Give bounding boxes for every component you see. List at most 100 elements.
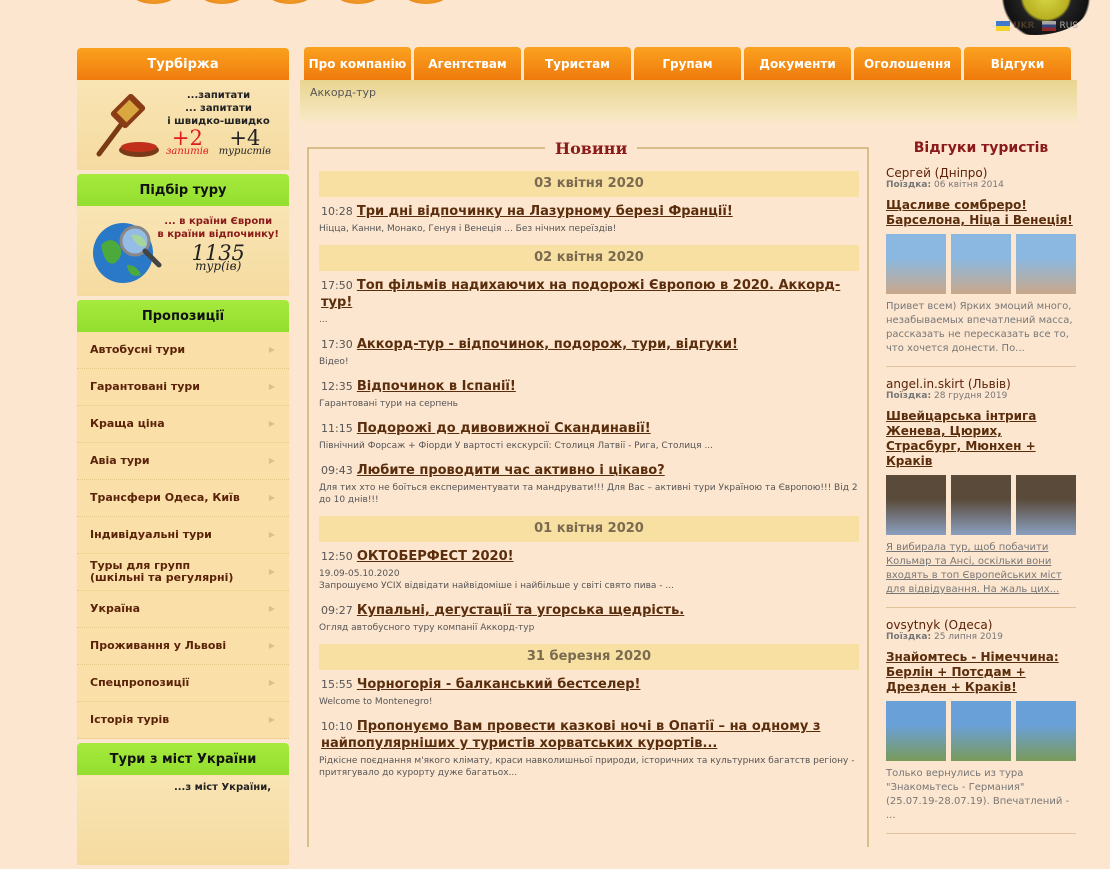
review-photos xyxy=(886,475,1076,535)
news-description: 19.09-05.10.2020 Запрошуємо УСІХ відвіда… xyxy=(319,569,674,591)
tour-search-widget[interactable]: ... в країни Європи в країни відпочинку!… xyxy=(77,206,289,296)
tab-1[interactable]: Агентствам xyxy=(414,47,521,80)
menu-item[interactable]: Проживання у Львові ▶ xyxy=(77,628,289,665)
menu-item-label: Історія турів xyxy=(90,713,170,726)
menu-item[interactable]: Туры для групп (шкільні та регулярні) ▶ xyxy=(77,554,289,591)
breadcrumb: Аккорд-тур xyxy=(300,80,1077,125)
news-description: Welcome to Montenegro! xyxy=(319,697,433,707)
news-item: 10:10 Пропонуємо Вам провести казкові но… xyxy=(319,718,859,779)
news-link[interactable]: ОКТОБЕРФЕСТ 2020! xyxy=(357,549,514,564)
turbirzha-widget[interactable]: ...запитати ... запитати і швидко-швидко… xyxy=(77,80,289,170)
tab-6[interactable]: Відгуки xyxy=(964,47,1071,80)
review-author: angel.in.skirt (Львів) xyxy=(886,377,1011,391)
news-description: Ніцца, Канни, Монако, Генуя і Венеція ..… xyxy=(319,224,617,234)
news-link[interactable]: Відпочинок в Іспанії! xyxy=(357,379,516,394)
globe-search-icon xyxy=(93,223,162,283)
review-photo[interactable] xyxy=(951,234,1011,294)
lang-ukr[interactable]: UKR xyxy=(996,21,1034,31)
tour-search-header[interactable]: Підбір туру xyxy=(77,174,289,206)
menu-item-label: Проживання у Львові xyxy=(90,639,227,652)
turbirzha-header[interactable]: Турбіржа xyxy=(77,48,289,80)
turbirzha-text: ...запитати ... запитати і швидко-швидко… xyxy=(165,90,271,157)
news-item: 17:30 Аккорд-тур - відпочинок, подорож, … xyxy=(319,336,859,368)
news-link[interactable]: Любите проводити час активно і цікаво? xyxy=(357,463,665,478)
tab-0[interactable]: Про компанію xyxy=(304,47,411,80)
offers-menu: Автобусні тури ▶ Гарантовані тури ▶ Краща ці… xyxy=(77,332,289,739)
gavel-icon xyxy=(96,93,159,157)
news-description: Огляд автобусного туру компанії Аккорд-т… xyxy=(319,623,535,633)
news-item: 09:43 Любите проводити час активно і цік… xyxy=(319,462,859,506)
news-date-header: 01 квітня 2020 xyxy=(319,516,859,542)
review-photo[interactable] xyxy=(1016,701,1076,761)
offers-header: Пропозиції xyxy=(77,300,289,332)
review-trip-date: Поїздка: 28 грудня 2019 xyxy=(886,391,1008,401)
news-description: Рідкісне поєднання м'якого клімату, крас… xyxy=(319,756,855,778)
news-time: 12:50 xyxy=(321,550,353,563)
news-link[interactable]: Чорногорія - балканський бестселер! xyxy=(357,677,641,692)
cities-widget[interactable]: ...з міст України, xyxy=(77,775,289,865)
news-link[interactable]: Три дні відпочинку на Лазурному березі Ф… xyxy=(357,204,733,219)
menu-item-label: Україна xyxy=(90,602,141,615)
reviews-section: Відгуки туристів Сергей (Дніпро) Поїздка:… xyxy=(886,140,1076,844)
chevron-right-icon: ▶ xyxy=(268,715,275,724)
menu-item[interactable]: Спецпропозиції ▶ xyxy=(77,665,289,702)
logo[interactable] xyxy=(130,0,450,4)
review-photo[interactable] xyxy=(1016,475,1076,535)
breadcrumb-home[interactable]: Аккорд-тур xyxy=(310,86,376,99)
review-photos xyxy=(886,701,1076,761)
menu-item[interactable]: Україна ▶ xyxy=(77,591,289,628)
menu-item[interactable]: Авіа тури ▶ xyxy=(77,443,289,480)
tab-4[interactable]: Документи xyxy=(744,47,851,80)
review-photo[interactable] xyxy=(886,701,946,761)
news-title: Новини xyxy=(545,139,638,158)
review-title-link[interactable]: Щасливе сомбреро! Барселона, Ніца і Вене… xyxy=(886,198,1076,228)
news-section: Новини 03 квітня 2020 10:28 Три дні відпо… xyxy=(307,139,869,847)
tab-5[interactable]: Оголошення xyxy=(854,47,961,80)
news-time: 10:10 xyxy=(321,720,353,733)
review-photo[interactable] xyxy=(951,701,1011,761)
flag-ukraine-icon xyxy=(996,21,1011,31)
chevron-right-icon: ▶ xyxy=(268,382,275,391)
menu-item[interactable]: Історія турів ▶ xyxy=(77,702,289,739)
news-item: 09:27 Купальні, дегустації та угорська щ… xyxy=(319,602,859,634)
review-title-link[interactable]: Швейцарська інтрига Женева, Цюрих, Страс… xyxy=(886,409,1076,469)
news-link[interactable]: Аккорд-тур - відпочинок, подорож, тури, … xyxy=(357,337,738,352)
news-time: 11:15 xyxy=(321,422,353,435)
review-author: ovsytnyk (Одеса) xyxy=(886,618,993,632)
menu-item[interactable]: Трансфери Одеса, Київ ▶ xyxy=(77,480,289,517)
review-text: Привет всем) Ярких эмоций много, незабыв… xyxy=(886,301,1073,354)
tour-search-text: ... в країни Європи в країни відпочинку!… xyxy=(157,216,279,273)
news-link[interactable]: Подорожі до дивовижної Скандинавії! xyxy=(357,421,651,436)
lang-rus[interactable]: RUS xyxy=(1042,21,1078,31)
news-link[interactable]: Пропонуємо Вам провести казкові ночі в О… xyxy=(321,719,820,751)
news-item: 15:55 Чорногорія - балканський бестселер… xyxy=(319,676,859,708)
menu-item[interactable]: Автобусні тури ▶ xyxy=(77,332,289,369)
review-photo[interactable] xyxy=(1016,234,1076,294)
menu-item-label: Гарантовані тури xyxy=(90,380,200,393)
review-item: ovsytnyk (Одеса) Поїздка: 25 липня 2019 Зн… xyxy=(886,618,1076,834)
chevron-right-icon: ▶ xyxy=(268,530,275,539)
menu-item-label: Автобусні тури xyxy=(90,343,186,356)
review-trip-date: Поїздка: 06 квітня 2014 xyxy=(886,180,1004,190)
menu-item[interactable]: Індивідуальні тури ▶ xyxy=(77,517,289,554)
review-photo[interactable] xyxy=(886,475,946,535)
review-text[interactable]: Я вибирала тур, щоб побачити Кольмар та … xyxy=(886,541,1076,597)
review-photo[interactable] xyxy=(886,234,946,294)
cities-header[interactable]: Тури з міст України xyxy=(77,743,289,775)
tab-2[interactable]: Туристам xyxy=(524,47,631,80)
news-link[interactable]: Купальні, дегустації та угорська щедріст… xyxy=(357,603,684,618)
menu-item[interactable]: Краща ціна ▶ xyxy=(77,406,289,443)
menu-item[interactable]: Гарантовані тури ▶ xyxy=(77,369,289,406)
news-link[interactable]: Топ фільмів надихаючих на подорожі Європ… xyxy=(321,278,840,310)
news-item: 17:50 Топ фільмів надихаючих на подорожі… xyxy=(319,277,859,326)
review-author: Сергей (Дніпро) xyxy=(886,166,988,180)
review-text: Только вернулись из тура "Знакомьтесь - … xyxy=(886,768,1070,821)
menu-item-label: Спецпропозиції xyxy=(90,676,190,689)
review-item: Сергей (Дніпро) Поїздка: 06 квітня 2014 Ща… xyxy=(886,166,1076,367)
review-title-link[interactable]: Знайомтесь - Німеччина: Берлін + Потсдам… xyxy=(886,650,1076,695)
menu-item-label: Туры для групп (шкільні та регулярні) xyxy=(90,559,234,584)
review-photo[interactable] xyxy=(951,475,1011,535)
news-time: 09:27 xyxy=(321,604,353,617)
tab-3[interactable]: Групам xyxy=(634,47,741,80)
news-item: 12:35 Відпочинок в Іспанії! Гарантовані т… xyxy=(319,378,859,410)
